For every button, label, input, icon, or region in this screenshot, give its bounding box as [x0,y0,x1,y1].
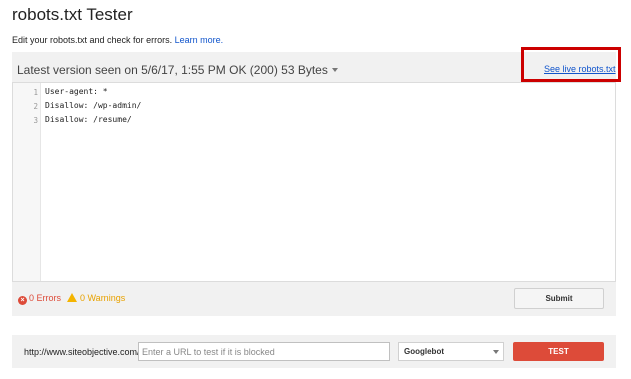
line-number: 3 [33,116,38,125]
chevron-down-icon [331,68,338,72]
line-number: 1 [33,88,38,97]
code-editor[interactable] [12,82,616,282]
line-number-gutter [13,83,41,281]
url-test-input[interactable] [138,342,390,361]
code-line[interactable]: Disallow: /wp-admin/ [45,101,141,110]
page-title: robots.txt Tester [12,5,133,24]
user-agent-value: Googlebot [404,347,444,356]
line-number: 2 [33,102,38,111]
error-count: 0 Errors [29,293,62,303]
learn-more-link[interactable]: Learn more. [175,35,224,45]
version-label: Latest version seen on 5/6/17, 1:55 PM O… [17,63,328,77]
warning-count: 0 Warnings [80,293,126,303]
see-live-robots-link[interactable]: See live robots.txt [544,64,616,74]
status-bar: × 0 Errors 0 Warnings [18,293,125,305]
submit-button[interactable]: Submit [514,288,604,309]
warning-triangle-icon [67,293,78,302]
code-line[interactable]: Disallow: /resume/ [45,115,132,124]
chevron-down-icon [493,350,499,354]
test-button[interactable]: TEST [513,342,604,361]
page-subtitle: Edit your robots.txt and check for error… [12,35,223,45]
version-dropdown[interactable]: Latest version seen on 5/6/17, 1:55 PM O… [17,63,338,77]
code-line[interactable]: User-agent: * [45,87,108,96]
base-url-label: http://www.siteobjective.com/ [24,347,140,357]
error-circle-icon: × [18,296,27,305]
subtitle-text: Edit your robots.txt and check for error… [12,35,173,45]
